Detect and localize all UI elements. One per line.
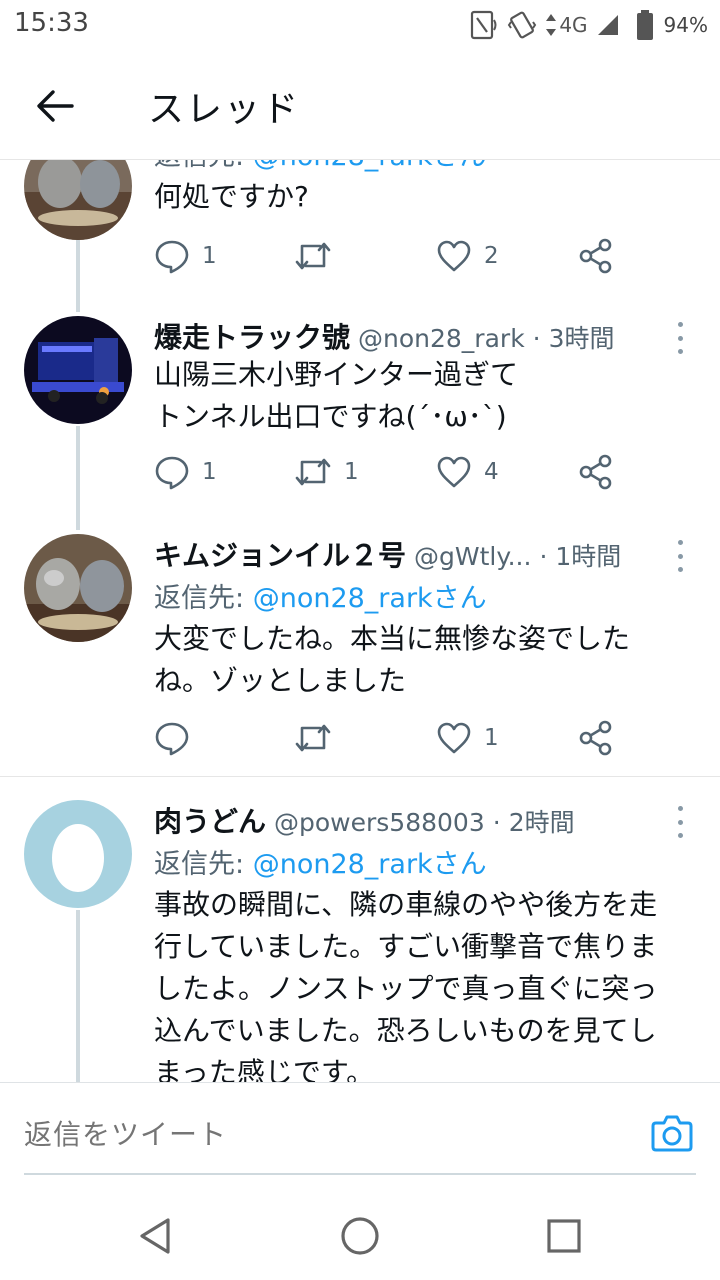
- back-button[interactable]: [28, 82, 84, 130]
- thread-timeline[interactable]: 返信先: @non28_rarkさん 何処ですか? 1 2: [0, 160, 720, 1082]
- separator-dot: ·: [492, 808, 501, 837]
- battery-percent: 94%: [663, 13, 708, 37]
- share-icon: [579, 454, 612, 490]
- tweet-header: 爆走トラック號 @non28_rark · 3時間: [154, 316, 664, 356]
- reply-count: 1: [202, 243, 217, 269]
- nav-back-button[interactable]: [132, 1212, 180, 1260]
- avatar[interactable]: [24, 534, 132, 642]
- like-button[interactable]: 4: [436, 452, 499, 492]
- retweet-button[interactable]: [294, 236, 344, 276]
- reply-to-mention[interactable]: @non28_rarkさん: [253, 849, 487, 880]
- reply-to: 返信先: @non28_rarkさん: [154, 583, 487, 614]
- heart-icon: [437, 240, 471, 272]
- reply-button[interactable]: 1: [154, 236, 217, 276]
- retweet-icon: [295, 724, 331, 752]
- tweet-header: 肉うどん @powers588003 · 2時間: [154, 800, 664, 840]
- tweet[interactable]: 肉うどん @powers588003 · 2時間 返信先: @non28_rar…: [0, 800, 720, 1082]
- tweet-text: 大変でしたね。本当に無惨な姿でした ね。ゾッとしました: [154, 622, 631, 697]
- vibrate-icon: [507, 10, 537, 40]
- home-circle-icon: [341, 1217, 379, 1255]
- reply-composer: [0, 1082, 720, 1190]
- status-icons: 4G 94%: [469, 8, 708, 42]
- tweet[interactable]: キムジョンイル２号 @gWtly... · 1時間 返信先: @non28_ra…: [0, 534, 720, 756]
- reply-icon: [155, 240, 189, 274]
- separator-dot: ·: [532, 324, 541, 353]
- tweet[interactable]: 爆走トラック號 @non28_rark · 3時間 山陽三木小野インター過ぎて …: [0, 316, 720, 516]
- signal-icon: [596, 13, 620, 37]
- like-count: 2: [484, 243, 499, 269]
- more-options-icon[interactable]: [670, 804, 690, 840]
- battery-icon: [636, 10, 654, 40]
- avatar[interactable]: [24, 800, 132, 908]
- tweet-time: 1時間: [555, 542, 622, 571]
- tweet-time: 2時間: [508, 808, 575, 837]
- page-title: スレッド: [148, 89, 301, 130]
- reply-icon: [155, 722, 189, 756]
- reply-input[interactable]: [24, 1109, 624, 1159]
- reply-to: 返信先: @non28_rarkさん: [154, 160, 487, 173]
- tweet-time: 3時間: [548, 324, 615, 353]
- reply-button[interactable]: [154, 718, 202, 758]
- reply-to-mention[interactable]: @non28_rarkさん: [253, 160, 487, 172]
- input-underline: [24, 1173, 696, 1175]
- data-arrows-icon: [545, 12, 557, 38]
- tweet-text: 山陽三木小野インター過ぎて トンネル出口ですね(´･ω･`): [154, 358, 519, 433]
- system-nav-bar: [0, 1190, 720, 1280]
- avatar[interactable]: [24, 160, 132, 240]
- reply-icon: [155, 456, 189, 490]
- like-count: 1: [484, 725, 499, 751]
- heart-icon: [437, 722, 471, 754]
- tweet-actions: 1: [154, 718, 634, 758]
- nav-recents-button[interactable]: [540, 1212, 588, 1260]
- retweet-button[interactable]: [294, 718, 344, 758]
- more-options-icon[interactable]: [670, 538, 690, 574]
- reply-to-mention[interactable]: @non28_rarkさん: [253, 583, 487, 614]
- thread-divider: [0, 776, 720, 777]
- more-options-icon[interactable]: [670, 320, 690, 356]
- like-button[interactable]: 2: [436, 236, 499, 276]
- status-bar: 15:33 4G 94%: [0, 0, 720, 52]
- retweet-button[interactable]: 1: [294, 452, 359, 492]
- back-triangle-icon: [140, 1218, 170, 1254]
- like-count: 4: [484, 459, 499, 485]
- nfc-icon: [469, 10, 499, 40]
- share-icon: [579, 238, 612, 274]
- app-header: スレッド: [0, 52, 720, 160]
- share-button[interactable]: [578, 718, 614, 758]
- retweet-icon: [295, 242, 331, 270]
- separator-dot: ·: [539, 542, 548, 571]
- reply-count: 1: [202, 459, 217, 485]
- retweet-icon: [295, 458, 331, 486]
- display-name[interactable]: キムジョンイル２号: [154, 534, 406, 574]
- user-handle[interactable]: @powers588003: [274, 808, 485, 837]
- reply-to: 返信先: @non28_rarkさん: [154, 849, 487, 880]
- user-handle[interactable]: @gWtly...: [414, 542, 531, 571]
- tweet-text: 何処ですか?: [154, 180, 309, 213]
- retweet-count: 1: [344, 459, 359, 485]
- share-icon: [579, 720, 612, 756]
- share-button[interactable]: [578, 236, 614, 276]
- recents-square-icon: [547, 1219, 581, 1253]
- user-handle[interactable]: @non28_rark: [358, 324, 525, 353]
- reply-button[interactable]: 1: [154, 452, 217, 492]
- share-button[interactable]: [578, 452, 614, 492]
- tweet-text: 事故の瞬間に、隣の車線のやや後方を走 行していました。すごい衝撃音で焦りま した…: [154, 888, 658, 1082]
- heart-icon: [437, 456, 471, 488]
- tweet-actions: 1 2: [154, 236, 634, 276]
- arrow-left-icon: [37, 90, 74, 122]
- display-name[interactable]: 爆走トラック號: [154, 316, 350, 356]
- camera-icon: [651, 1115, 693, 1152]
- tweet[interactable]: 返信先: @non28_rarkさん 何処ですか? 1 2: [0, 160, 720, 300]
- like-button[interactable]: 1: [436, 718, 499, 758]
- display-name[interactable]: 肉うどん: [154, 800, 266, 840]
- avatar[interactable]: [24, 316, 132, 424]
- camera-button[interactable]: [650, 1111, 694, 1155]
- nav-home-button[interactable]: [336, 1212, 384, 1260]
- status-time: 15:33: [14, 8, 89, 38]
- tweet-header: キムジョンイル２号 @gWtly... · 1時間: [154, 534, 664, 574]
- network-type: 4G: [559, 13, 588, 37]
- tweet-actions: 1 1 4: [154, 452, 634, 492]
